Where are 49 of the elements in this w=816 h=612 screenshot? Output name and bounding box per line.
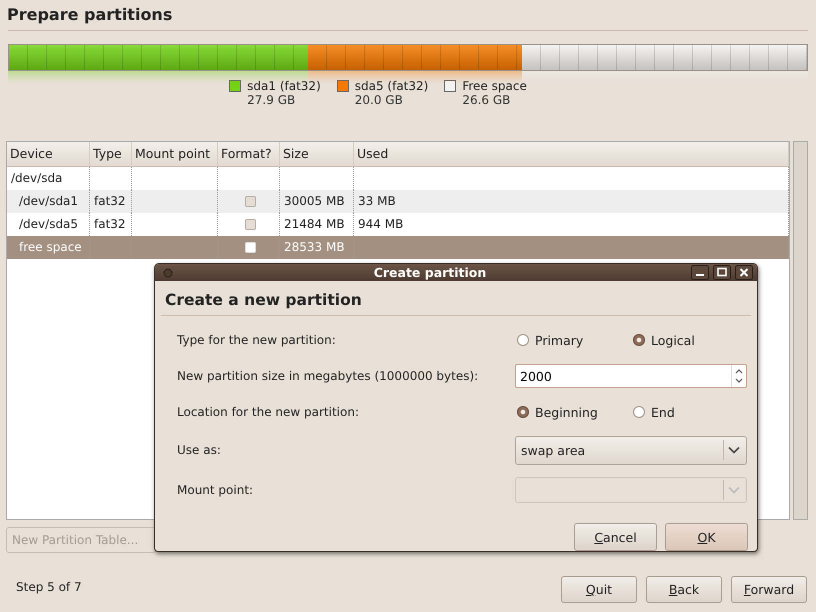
caret-icon: [728, 486, 740, 494]
wizard-button[interactable]: Quit: [561, 576, 637, 603]
caret-icon: [728, 446, 740, 454]
maximize-icon[interactable]: [713, 265, 731, 280]
field-label: Mount point:: [177, 483, 254, 497]
dialog-heading: Create a new partition: [165, 291, 362, 309]
table-cell: 30005 MB: [280, 190, 354, 213]
size-spin-field[interactable]: 2000: [515, 364, 747, 388]
wizard-button[interactable]: Back: [646, 576, 722, 603]
column-header[interactable]: Format?: [218, 142, 280, 167]
column-header[interactable]: Type: [90, 142, 132, 167]
field-label: Location for the new partition:: [177, 405, 360, 419]
dialog-button[interactable]: Cancel: [574, 523, 657, 551]
field-label: New partition size in megabytes (1000000 bytes):: [177, 369, 480, 383]
table-cell: 33 MB: [354, 190, 789, 213]
radio-option[interactable]: End: [631, 404, 747, 420]
device-name: /dev/sda: [11, 171, 62, 185]
wizard-button[interactable]: Forward: [731, 576, 807, 603]
column-header[interactable]: Size: [280, 142, 354, 167]
radio-option[interactable]: Beginning: [515, 404, 631, 420]
table-cell: fat32: [90, 190, 132, 213]
column-header[interactable]: Device: [7, 142, 90, 167]
device-name: free space: [19, 240, 82, 254]
field-label: Type for the new partition:: [177, 333, 337, 347]
scrollbar[interactable]: [793, 141, 808, 520]
column-header[interactable]: Mount point: [132, 142, 218, 167]
step-label: Step 5 of 7: [16, 580, 82, 594]
table-row[interactable]: /dev/sda1 fat32 30005 MB 33 MB: [7, 190, 789, 213]
radio-option[interactable]: Logical: [631, 332, 747, 348]
dialog-title: Create partition: [372, 265, 488, 280]
legend-label: Free space: [462, 79, 527, 93]
field-label: Use as:: [177, 443, 222, 457]
dialog-button[interactable]: OK: [665, 523, 748, 551]
legend-size: 27.9 GB: [247, 93, 296, 107]
legend-label: sda1 (fat32): [247, 79, 321, 93]
device-name: /dev/sda1: [19, 194, 78, 208]
minimize-icon[interactable]: [691, 265, 709, 280]
radio-option[interactable]: Primary: [515, 332, 631, 348]
close-icon[interactable]: [735, 265, 753, 280]
column-header[interactable]: Used: [354, 142, 789, 167]
legend-size: 20.0 GB: [354, 93, 404, 107]
format-checkbox[interactable]: [245, 242, 256, 253]
page-title: Prepare partitions: [7, 5, 172, 26]
legend-label: sda5 (fat32): [354, 79, 428, 93]
window-menu-icon[interactable]: [163, 268, 173, 278]
table-cell: 28533 MB: [280, 236, 354, 259]
device-name: /dev/sda5: [19, 217, 78, 231]
combo-box[interactable]: swap area: [515, 436, 747, 464]
legend-size: 26.6 GB: [462, 93, 512, 107]
